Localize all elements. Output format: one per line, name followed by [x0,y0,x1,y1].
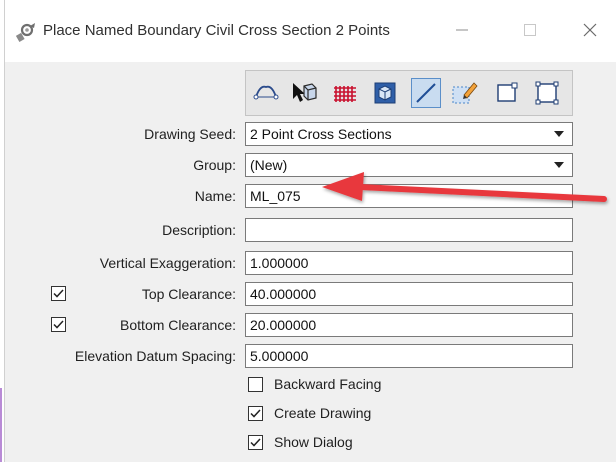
drawing-seed-select[interactable]: 2 Point Cross Sections [245,122,573,146]
elevation-datum-spacing-input[interactable]: 5.000000 [245,344,573,368]
check-icon [53,289,64,298]
dialog-window: Place Named Boundary Civil Cross Section… [4,0,616,462]
app-tools-icon [15,21,37,43]
check-icon [53,320,64,329]
show-dialog-label: Show Dialog [274,434,353,450]
window-title: Place Named Boundary Civil Cross Section… [43,22,390,39]
top-clearance-label: Top Clearance: [141,286,236,302]
create-drawing-label: Create Drawing [274,405,372,421]
bottom-clearance-value: 20.000000 [250,317,317,333]
bottom-clearance-input[interactable]: 20.000000 [245,313,573,337]
check-icon [250,438,261,447]
name-label: Name: [194,188,236,204]
3d-cube-icon[interactable] [370,78,400,108]
civil-cross-section-icon[interactable] [251,78,281,108]
top-clearance-checkbox[interactable] [51,286,66,301]
top-clearance-value: 40.000000 [250,286,317,302]
dashed-box-pencil-icon[interactable] [449,78,479,108]
backward-facing-checkbox[interactable] [248,377,263,392]
elevation-datum-spacing-value: 5.000000 [250,348,309,364]
description-input[interactable] [245,218,573,242]
grid-fence-icon[interactable] [330,78,360,108]
backward-facing-label: Backward Facing [274,376,382,392]
name-input[interactable]: ML_075 [245,184,573,208]
background-line [0,388,2,462]
bottom-clearance-checkbox[interactable] [51,317,66,332]
minimize-button[interactable] [443,12,481,48]
group-value: (New) [250,157,288,173]
method-toolbar [245,70,573,116]
vertical-exaggeration-value: 1.000000 [250,255,309,271]
chevron-down-icon [554,131,564,137]
check-icon [250,409,261,418]
drawing-seed-value: 2 Point Cross Sections [250,126,392,142]
show-dialog-checkbox[interactable] [248,435,263,450]
line-two-points-icon[interactable] [411,78,441,108]
bottom-clearance-label: Bottom Clearance: [120,317,236,333]
create-drawing-checkbox[interactable] [248,406,263,421]
drawing-seed-label: Drawing Seed: [144,126,236,142]
description-label: Description: [162,222,236,238]
title-bar[interactable]: Place Named Boundary Civil Cross Section… [5,0,616,62]
box-corner-icon[interactable] [492,78,522,108]
maximize-button[interactable] [511,12,549,48]
vertical-exaggeration-input[interactable]: 1.000000 [245,251,573,275]
group-select[interactable]: (New) [245,153,573,177]
top-clearance-input[interactable]: 40.000000 [245,282,573,306]
select-element-icon[interactable] [289,78,319,108]
elevation-datum-spacing-label: Elevation Datum Spacing: [74,348,236,364]
name-value: ML_075 [250,188,301,204]
box-four-corners-icon[interactable] [532,78,562,108]
group-label: Group: [193,157,236,173]
vertical-exaggeration-label: Vertical Exaggeration: [99,255,236,271]
chevron-down-icon [554,162,564,168]
close-button[interactable] [571,12,609,48]
